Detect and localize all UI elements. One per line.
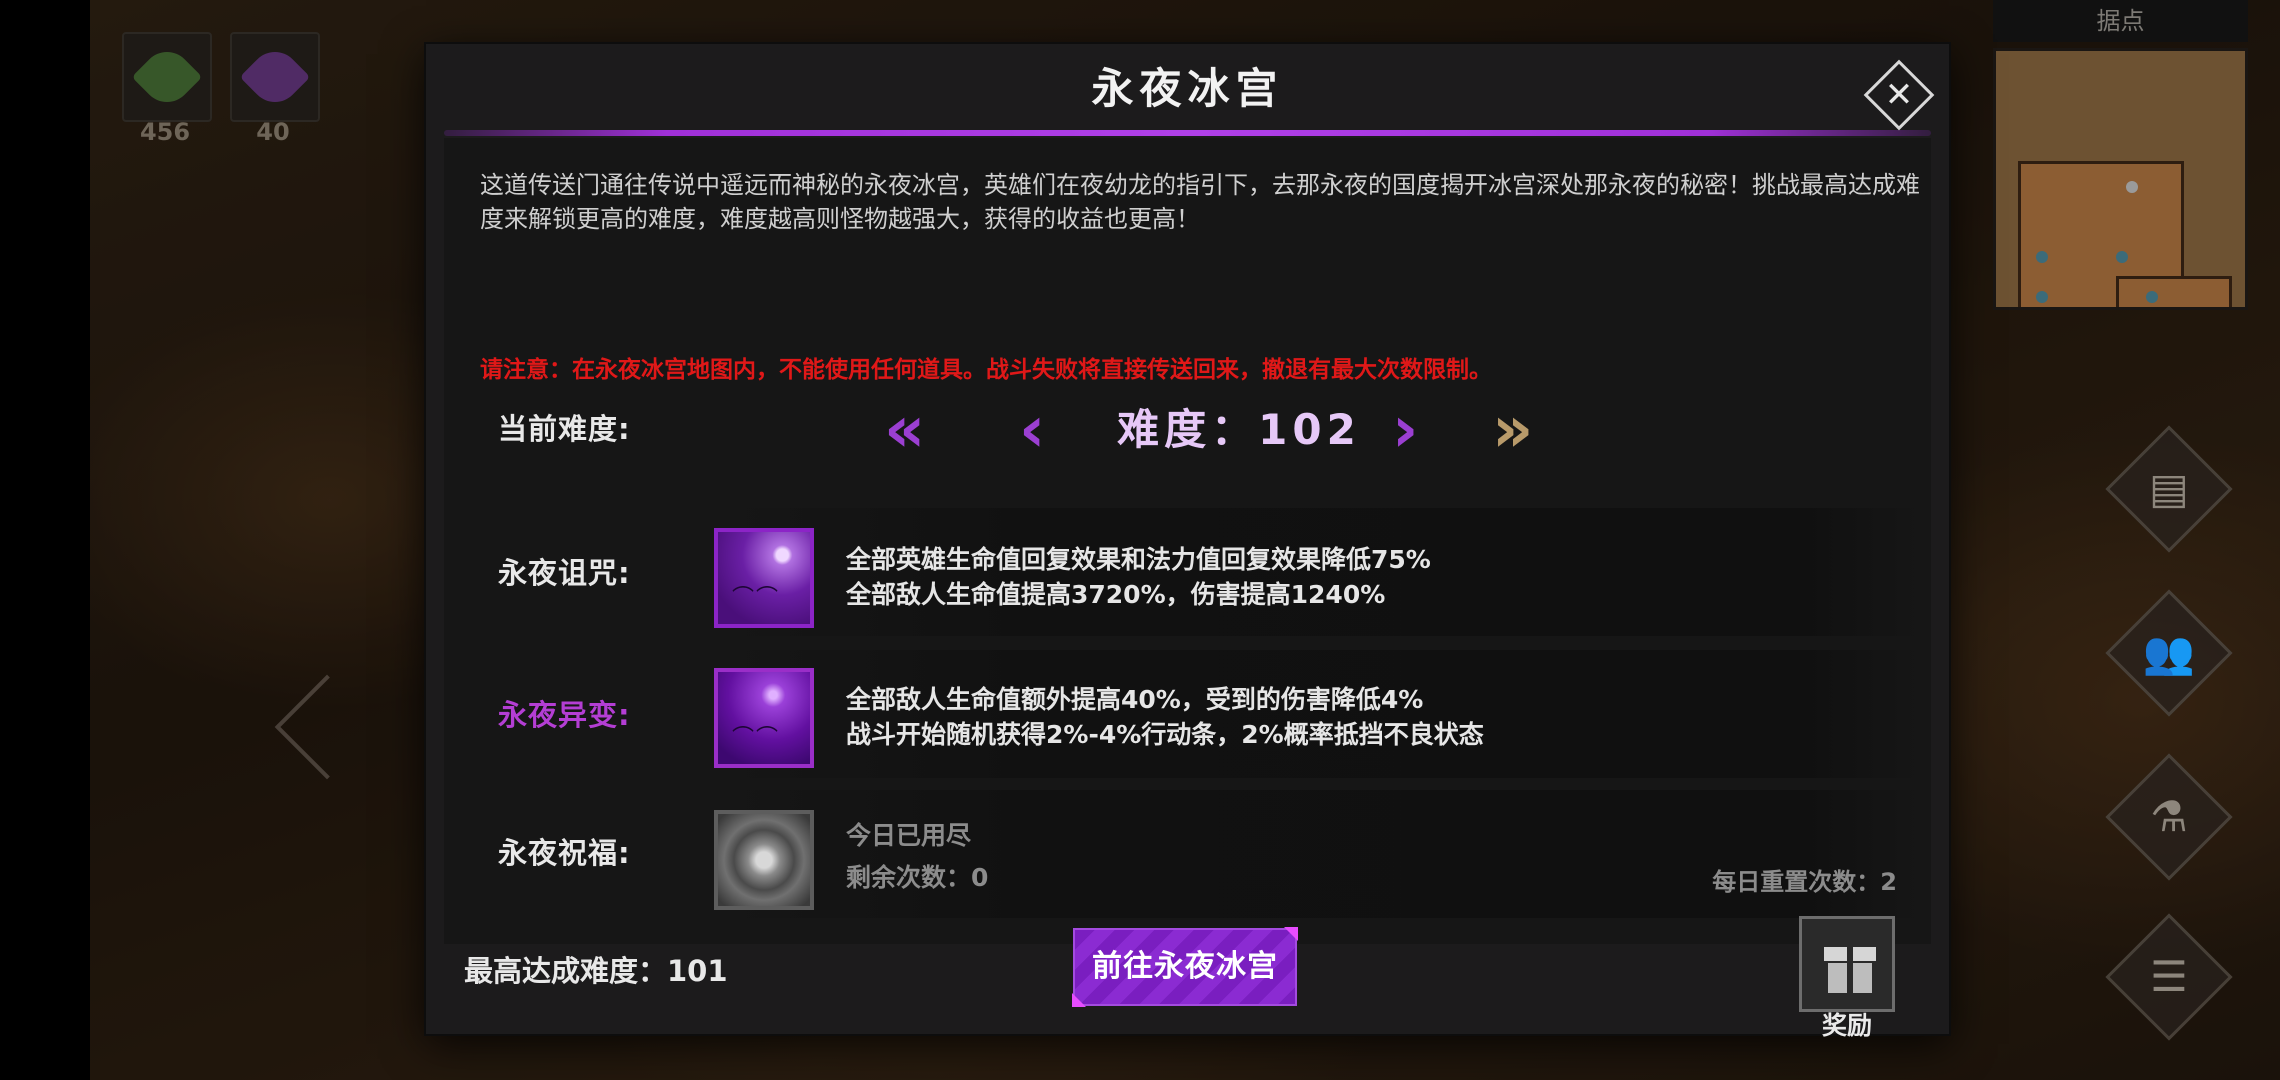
minimap-marker	[2116, 251, 2128, 263]
mutation-label: 永夜异变:	[498, 698, 631, 732]
prev-difficulty-button[interactable]: ‹	[1019, 390, 1045, 470]
scroll-icon: ▤	[2149, 464, 2189, 513]
potion-icon: ⚗	[2150, 792, 2188, 841]
minimap-title: 据点	[1993, 0, 2248, 42]
blessing-status: 今日已用尽	[846, 821, 972, 850]
minimap-player-marker	[2126, 181, 2138, 193]
warning-text: 请注意：在永夜冰宫地图内，不能使用任何道具。战斗失败将直接传送回来，撤退有最大次…	[480, 357, 1492, 383]
close-icon: ✕	[1884, 75, 1914, 115]
title-divider	[444, 130, 1931, 136]
curse-label: 永夜诅咒:	[498, 556, 631, 590]
side-button-list[interactable]: ☰	[2105, 913, 2233, 1041]
minimap-marker	[2036, 251, 2048, 263]
daily-reset-count: 每日重置次数：2	[1712, 868, 1897, 896]
difficulty-selector: « ‹ 难度：102 › »	[444, 390, 1931, 470]
button-corner	[1072, 993, 1086, 1007]
bats-icon: ⌒⌒	[732, 726, 781, 751]
reward-label: 奖励	[1821, 1011, 1872, 1040]
mutation-line-1: 全部敌人生命值额外提高40%，受到的伤害降低4%	[846, 685, 1424, 714]
resource-slot-green[interactable]	[122, 32, 212, 122]
green-feather-icon	[131, 41, 203, 113]
resource-count-purple: 40	[256, 118, 290, 146]
dialog-title: 永夜冰宫	[1091, 64, 1284, 113]
close-button[interactable]: ✕	[1863, 59, 1935, 131]
blessing-label: 永夜祝福:	[498, 836, 631, 870]
blessing-remaining: 剩余次数：0	[846, 863, 989, 892]
minimap-marker	[2146, 291, 2158, 303]
mutation-bats-icon[interactable]: ⌒⌒	[714, 668, 814, 768]
blessing-row-band	[714, 790, 1924, 918]
description-text: 这道传送门通往传说中遥远而神秘的永夜冰宫，英雄们在夜幼龙的指引下，去那永夜的国度…	[480, 171, 1920, 233]
next-difficulty-button[interactable]: ›	[1392, 390, 1418, 470]
minimap-marker	[2036, 291, 2048, 303]
resource-count-green: 456	[139, 118, 191, 146]
resource-slot-purple[interactable]	[230, 32, 320, 122]
list-menu-icon: ☰	[2150, 952, 2188, 1001]
dialog-content: 这道传送门通往传说中遥远而神秘的永夜冰宫，英雄们在夜幼龙的指引下，去那永夜的国度…	[444, 138, 1931, 944]
button-corner	[1284, 927, 1298, 941]
bats-icon: ⌒⌒	[732, 586, 781, 611]
vortex-icon[interactable]	[714, 810, 814, 910]
go-to-palace-button[interactable]: 前往永夜冰宫	[1072, 927, 1298, 1007]
go-button-label: 前往永夜冰宫	[1092, 949, 1278, 984]
first-difficulty-button[interactable]: «	[884, 390, 925, 470]
gift-icon-strap	[1847, 947, 1853, 993]
moon-bats-icon[interactable]: ⌒⌒	[714, 528, 814, 628]
mutation-line-2: 战斗开始随机获得2%-4%行动条，2%概率抵挡不良状态	[846, 720, 1484, 749]
curse-line-2: 全部敌人生命值提高3720%，伤害提高1240%	[846, 580, 1386, 609]
eternal-night-palace-dialog: 永夜冰宫 ✕ 这道传送门通往传说中遥远而神秘的永夜冰宫，英雄们在夜幼龙的指引下，…	[426, 44, 1949, 1040]
last-difficulty-button[interactable]: »	[1492, 390, 1533, 470]
purple-feather-icon	[239, 41, 311, 113]
friends-icon: 👥	[2142, 628, 2196, 677]
minimap[interactable]	[1993, 48, 2248, 310]
reward-box	[1799, 916, 1895, 1012]
reward-button[interactable]: 奖励	[1795, 916, 1899, 1040]
side-button-scroll[interactable]: ▤	[2105, 425, 2233, 553]
best-difficulty: 最高达成难度：101	[464, 954, 728, 988]
curse-line-1: 全部英雄生命值回复效果和法力值回复效果降低75%	[846, 545, 1431, 574]
side-button-friends[interactable]: 👥	[2105, 589, 2233, 717]
difficulty-value: 难度：102	[1117, 405, 1361, 454]
side-button-potion[interactable]: ⚗	[2105, 753, 2233, 881]
minimap-room	[2116, 276, 2232, 307]
